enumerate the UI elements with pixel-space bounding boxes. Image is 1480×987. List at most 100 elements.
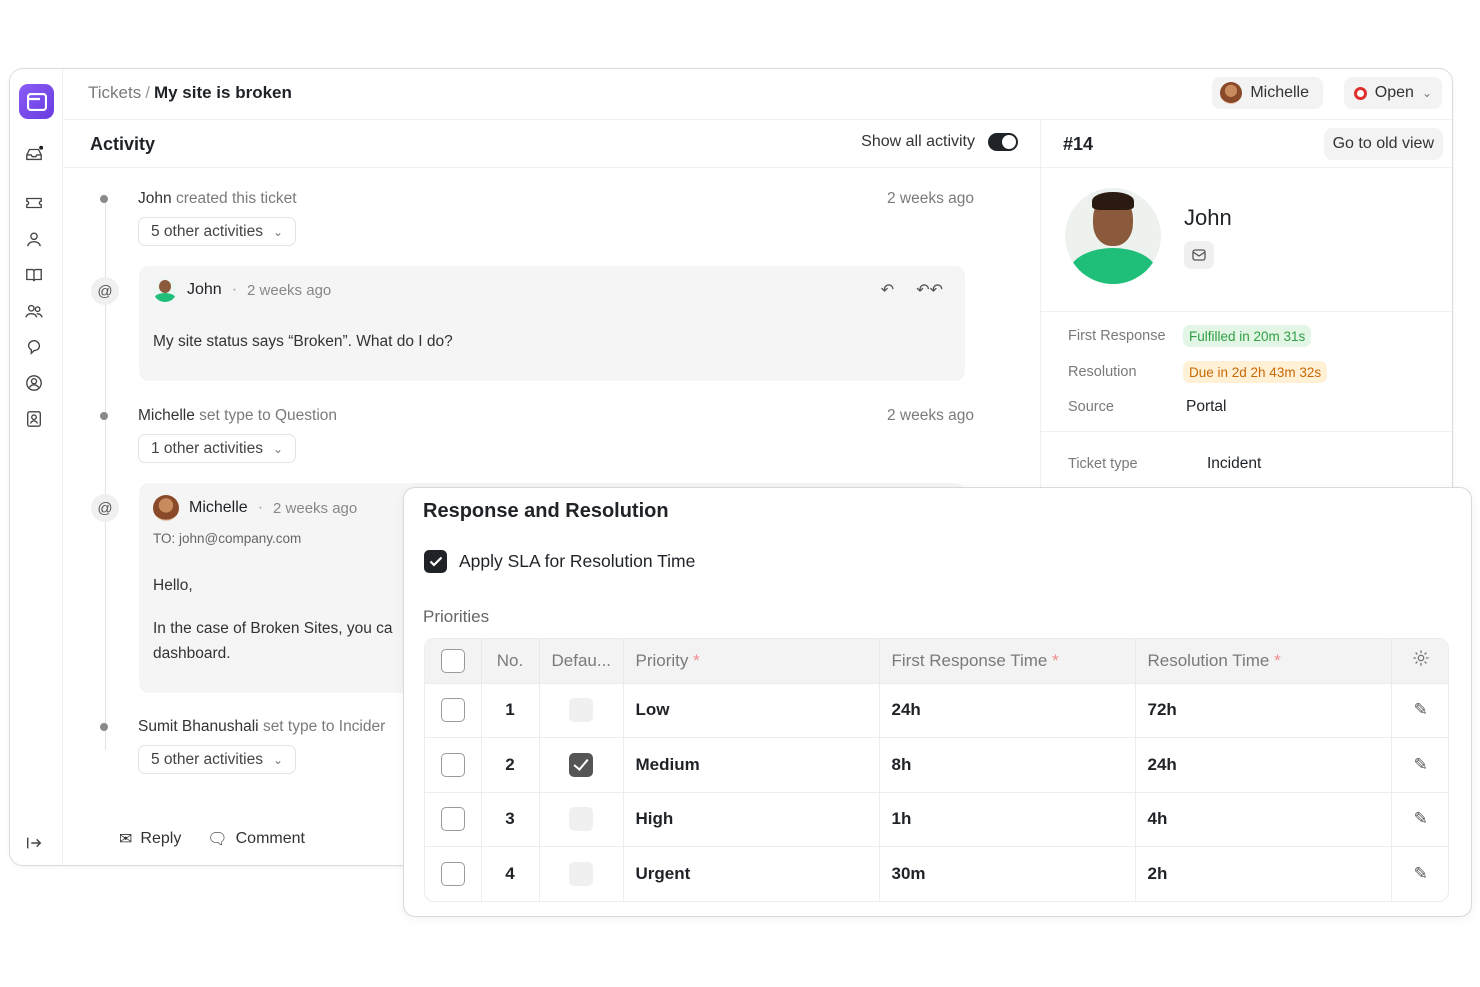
chevron-down-icon: ⌄ xyxy=(273,752,284,767)
checkbox-checked-icon[interactable] xyxy=(424,550,447,573)
sidebar-rail xyxy=(10,69,63,865)
priority-cell[interactable]: Medium xyxy=(623,737,880,792)
default-checkbox[interactable] xyxy=(569,807,593,832)
edit-icon[interactable]: ✎ xyxy=(1414,700,1428,719)
source-label: Source xyxy=(1068,399,1114,415)
message-actions: ↶ ↶↶ xyxy=(881,280,943,300)
default-cell xyxy=(539,682,624,738)
comment-label: Comment xyxy=(235,830,305,847)
row-checkbox[interactable] xyxy=(440,752,465,777)
resolution-cell[interactable]: 2h xyxy=(1135,846,1392,901)
select-all-checkbox[interactable] xyxy=(440,648,465,673)
resolution-cell[interactable]: 4h xyxy=(1135,791,1392,847)
breadcrumb-tickets[interactable]: Tickets xyxy=(88,83,141,102)
default-checkbox[interactable] xyxy=(569,862,593,886)
contacts-icon[interactable] xyxy=(24,373,44,393)
row-select-cell xyxy=(425,846,482,901)
gear-icon[interactable] xyxy=(1412,649,1430,667)
table-row[interactable]: 3 High 1h 4h ✎ xyxy=(425,791,1448,847)
mail-icon[interactable] xyxy=(1184,241,1214,269)
message-header: John · 2 weeks ago xyxy=(153,278,331,302)
chevron-down-icon: ⌄ xyxy=(273,224,284,239)
edit-cell: ✎ xyxy=(1391,791,1448,847)
row-checkbox[interactable] xyxy=(440,807,465,832)
assignee-button[interactable]: Michelle xyxy=(1212,77,1323,109)
team-icon[interactable] xyxy=(24,301,44,321)
other-activities-button[interactable]: 5 other activities ⌄ xyxy=(138,217,297,246)
other-activities-label: 1 other activities xyxy=(151,439,263,457)
row-checkbox[interactable] xyxy=(440,862,465,886)
edit-icon[interactable]: ✎ xyxy=(1414,864,1428,883)
contact-card: John xyxy=(1041,168,1452,312)
breadcrumb-separator: / xyxy=(145,83,150,102)
avatar xyxy=(153,495,179,521)
source-value: Portal xyxy=(1186,398,1227,415)
reply-all-icon[interactable]: ↶↶ xyxy=(916,280,943,300)
message-recipient: TO: john@company.com xyxy=(153,526,301,551)
collapse-sidebar-icon[interactable] xyxy=(24,833,44,853)
app-logo[interactable] xyxy=(19,84,54,119)
edit-icon[interactable]: ✎ xyxy=(1414,755,1428,774)
table-row[interactable]: 4 Urgent 30m 2h ✎ xyxy=(425,846,1448,901)
required-mark: * xyxy=(1274,650,1281,670)
go-to-old-view-button[interactable]: Go to old view xyxy=(1323,128,1443,160)
comment-icon: 🗨 xyxy=(207,831,228,848)
first-response-cell[interactable]: 8h xyxy=(879,737,1136,792)
default-checkbox[interactable] xyxy=(569,698,593,723)
avatar xyxy=(1220,82,1243,104)
message-body: My site status says “Broken”. What do I … xyxy=(153,333,453,350)
other-activities-button[interactable]: 5 other activities ⌄ xyxy=(138,745,297,774)
ticket-number: #14 xyxy=(1063,134,1094,154)
email-at-icon: @ xyxy=(91,494,119,522)
first-response-cell[interactable]: 30m xyxy=(879,846,1136,901)
col-first-response: First Response Time * xyxy=(879,639,1136,683)
status-label: Open xyxy=(1374,84,1414,101)
breadcrumb-current: My site is broken xyxy=(153,83,292,102)
other-activities-button[interactable]: 1 other activities ⌄ xyxy=(138,434,297,463)
status-dropdown[interactable]: Open ⌄ xyxy=(1343,77,1442,109)
event-time: 2 weeks ago xyxy=(886,190,974,207)
priority-cell[interactable]: Urgent xyxy=(623,846,880,901)
event-text: set type to Incider xyxy=(262,718,386,735)
toggle-switch[interactable] xyxy=(988,133,1018,151)
row-checkbox[interactable] xyxy=(440,698,465,723)
divider xyxy=(1041,431,1452,432)
apply-sla-checkbox[interactable]: Apply SLA for Resolution Time xyxy=(424,550,695,573)
default-checkbox[interactable] xyxy=(569,752,593,777)
first-response-cell[interactable]: 1h xyxy=(879,791,1136,847)
sla-settings-card: Response and Resolution Apply SLA for Re… xyxy=(403,487,1472,917)
tickets-icon[interactable] xyxy=(24,193,44,213)
separator-dot: · xyxy=(257,499,264,516)
priority-cell[interactable]: Low xyxy=(623,682,880,738)
first-response-cell[interactable]: 24h xyxy=(879,682,1136,738)
row-no: 4 xyxy=(481,846,540,901)
table-row[interactable]: 1 Low 24h 72h ✎ xyxy=(425,682,1448,738)
comment-button[interactable]: 🗨 Comment xyxy=(207,829,305,849)
reply-icon[interactable]: ↶ xyxy=(881,280,894,300)
required-mark: * xyxy=(693,650,700,670)
message-time: 2 weeks ago xyxy=(247,281,332,299)
row-no: 3 xyxy=(481,791,540,847)
resolution-cell[interactable]: 24h xyxy=(1135,737,1392,792)
activity-title: Activity xyxy=(90,134,156,154)
resolution-label: Resolution xyxy=(1068,364,1137,380)
event-time: 2 weeks ago xyxy=(886,407,974,424)
show-all-activity-toggle[interactable]: Show all activity xyxy=(861,133,1018,151)
user-icon[interactable] xyxy=(24,229,44,249)
reply-button[interactable]: ✉ Reply xyxy=(119,829,181,849)
edit-icon[interactable]: ✎ xyxy=(1414,809,1428,828)
col-resolution: Resolution Time * xyxy=(1135,639,1392,683)
ticket-type-value[interactable]: Incident xyxy=(1207,455,1261,473)
canned-responses-icon[interactable] xyxy=(24,337,44,357)
col-resolution-label: Resolution Time xyxy=(1147,650,1270,670)
ticket-details-header: #14 Go to old view xyxy=(1041,120,1452,168)
resolution-cell[interactable]: 72h xyxy=(1135,682,1392,738)
select-all-cell xyxy=(425,639,482,683)
priority-cell[interactable]: High xyxy=(623,791,880,847)
inbox-icon[interactable] xyxy=(24,144,44,164)
customers-icon[interactable] xyxy=(24,409,44,429)
table-row[interactable]: 2 Medium 8h 24h ✎ xyxy=(425,737,1448,792)
other-activities-label: 5 other activities xyxy=(151,222,263,240)
column-settings-cell xyxy=(1391,639,1448,683)
knowledge-base-icon[interactable] xyxy=(24,265,44,285)
